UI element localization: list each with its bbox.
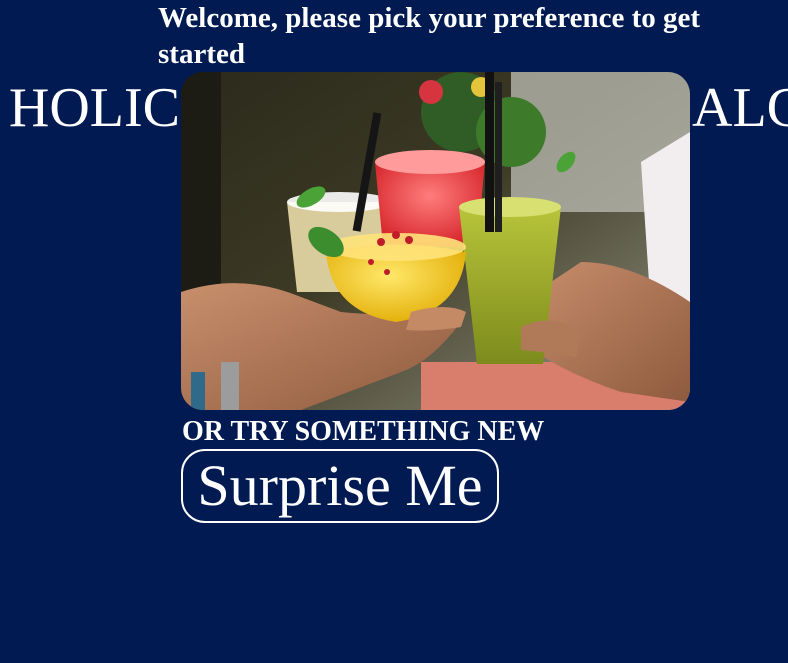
welcome-heading: Welcome, please pick your preference to …	[158, 2, 701, 70]
try-something-new-label: OR TRY SOMETHING NEW	[182, 416, 545, 447]
option-non-alcoholic-label[interactable]: HOLIC	[9, 76, 180, 140]
cocktail-photo	[181, 72, 690, 410]
surprise-me-button[interactable]: Surprise Me	[181, 449, 499, 523]
option-alcoholic-label[interactable]: ALC	[692, 76, 788, 140]
cocktail-hero-image[interactable]	[181, 72, 690, 410]
